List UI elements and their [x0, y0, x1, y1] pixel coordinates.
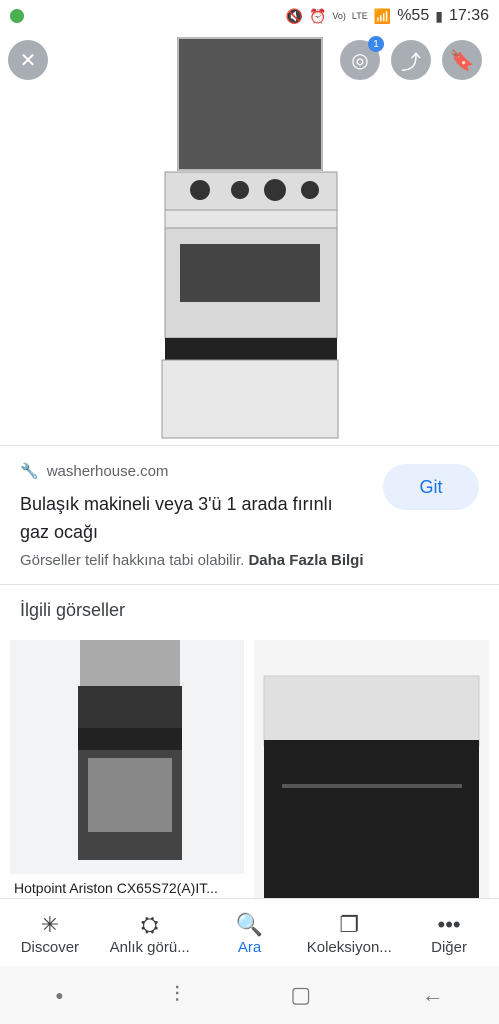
wrench-icon: 🔧: [20, 463, 39, 480]
app-notification-icon: [10, 9, 24, 23]
lens-button[interactable]: ◎ 1: [340, 36, 384, 80]
nav-label: Discover: [20, 938, 80, 956]
main-product-image[interactable]: [0, 32, 499, 444]
lte-label: LTE: [351, 11, 368, 21]
more-info-link[interactable]: Daha Fazla Bilgi: [248, 552, 363, 569]
related-card-2[interactable]: [254, 640, 489, 900]
collections-icon: ❐: [339, 911, 360, 937]
back-icon[interactable]: ←: [422, 982, 444, 1008]
source-domain: washerhouse.com: [46, 462, 169, 480]
related-image-1: [78, 640, 182, 860]
bottom-nav: ✳ Discover ⛭ Anlık görü... 🔍 Ara ❐ Kolek…: [0, 898, 499, 967]
updates-icon: ⛭: [140, 911, 159, 937]
asterisk-icon: ✳: [40, 911, 60, 937]
lens-icon: ◎: [351, 49, 369, 72]
result-info: 🔧 washerhouse.com Bulaşık makineli veya …: [0, 446, 499, 584]
related-caption-1: Hotpoint Ariston CX65S72(A)IT...: [14, 880, 218, 896]
nav-label: Ara: [237, 938, 262, 956]
nav-discover[interactable]: ✳ Discover: [2, 911, 97, 956]
alarm-icon: ⏰: [308, 7, 327, 24]
nav-collections[interactable]: ❐ Koleksiyon...: [302, 911, 397, 956]
more-icon: •••: [437, 911, 461, 937]
system-nav-bar: ● ⫶ ▢ ←: [0, 966, 499, 1024]
share-button[interactable]: ⤴: [391, 40, 431, 80]
related-image-2: [263, 675, 480, 900]
close-icon: ✕: [19, 49, 37, 72]
wifi-icon: 📶: [373, 7, 392, 24]
recents-icon[interactable]: ⫶: [174, 982, 180, 1008]
related-heading: İlgili görseller: [20, 600, 126, 620]
dot-icon: ●: [55, 987, 64, 1003]
related-card-1[interactable]: [10, 640, 244, 874]
nav-label: Koleksiyon...: [306, 938, 392, 956]
battery-percent: %55: [397, 7, 430, 24]
home-icon[interactable]: ▢: [290, 982, 311, 1008]
clock: 17:36: [448, 7, 489, 24]
copyright-notice: Görseller telif hakkına tabi olabilir. D…: [20, 552, 363, 569]
lens-badge: 1: [368, 36, 384, 52]
mute-icon: 🔇: [285, 7, 303, 24]
nav-label: Diğer: [431, 938, 467, 956]
search-icon: 🔍: [235, 911, 264, 937]
result-title[interactable]: Bulaşık makineli veya 3'ü 1 arada fırınl…: [20, 490, 365, 546]
visit-button[interactable]: Git: [383, 464, 479, 510]
volte-label: Vo): [332, 11, 346, 21]
status-bar: 🔇 ⏰ Vo) LTE 📶 %55 ▮ 17:36: [0, 0, 499, 32]
divider: [0, 584, 499, 585]
bookmark-icon: 🔖: [449, 49, 475, 72]
nav-label: Anlık görü...: [109, 938, 190, 956]
bookmark-button[interactable]: 🔖: [442, 40, 482, 80]
battery-icon: ▮: [435, 7, 443, 24]
hero-image-area: ✕ ◎ 1 ⤴ 🔖: [0, 32, 499, 444]
close-button[interactable]: ✕: [8, 40, 48, 80]
copyright-text: Görseller telif hakkına tabi olabilir.: [20, 552, 245, 569]
share-icon: ⤴: [401, 51, 421, 74]
nav-more[interactable]: ••• Diğer: [402, 911, 497, 956]
nav-updates[interactable]: ⛭ Anlık görü...: [102, 911, 197, 956]
nav-search[interactable]: 🔍 Ara: [202, 911, 297, 956]
source-row[interactable]: 🔧 washerhouse.com: [20, 462, 169, 481]
